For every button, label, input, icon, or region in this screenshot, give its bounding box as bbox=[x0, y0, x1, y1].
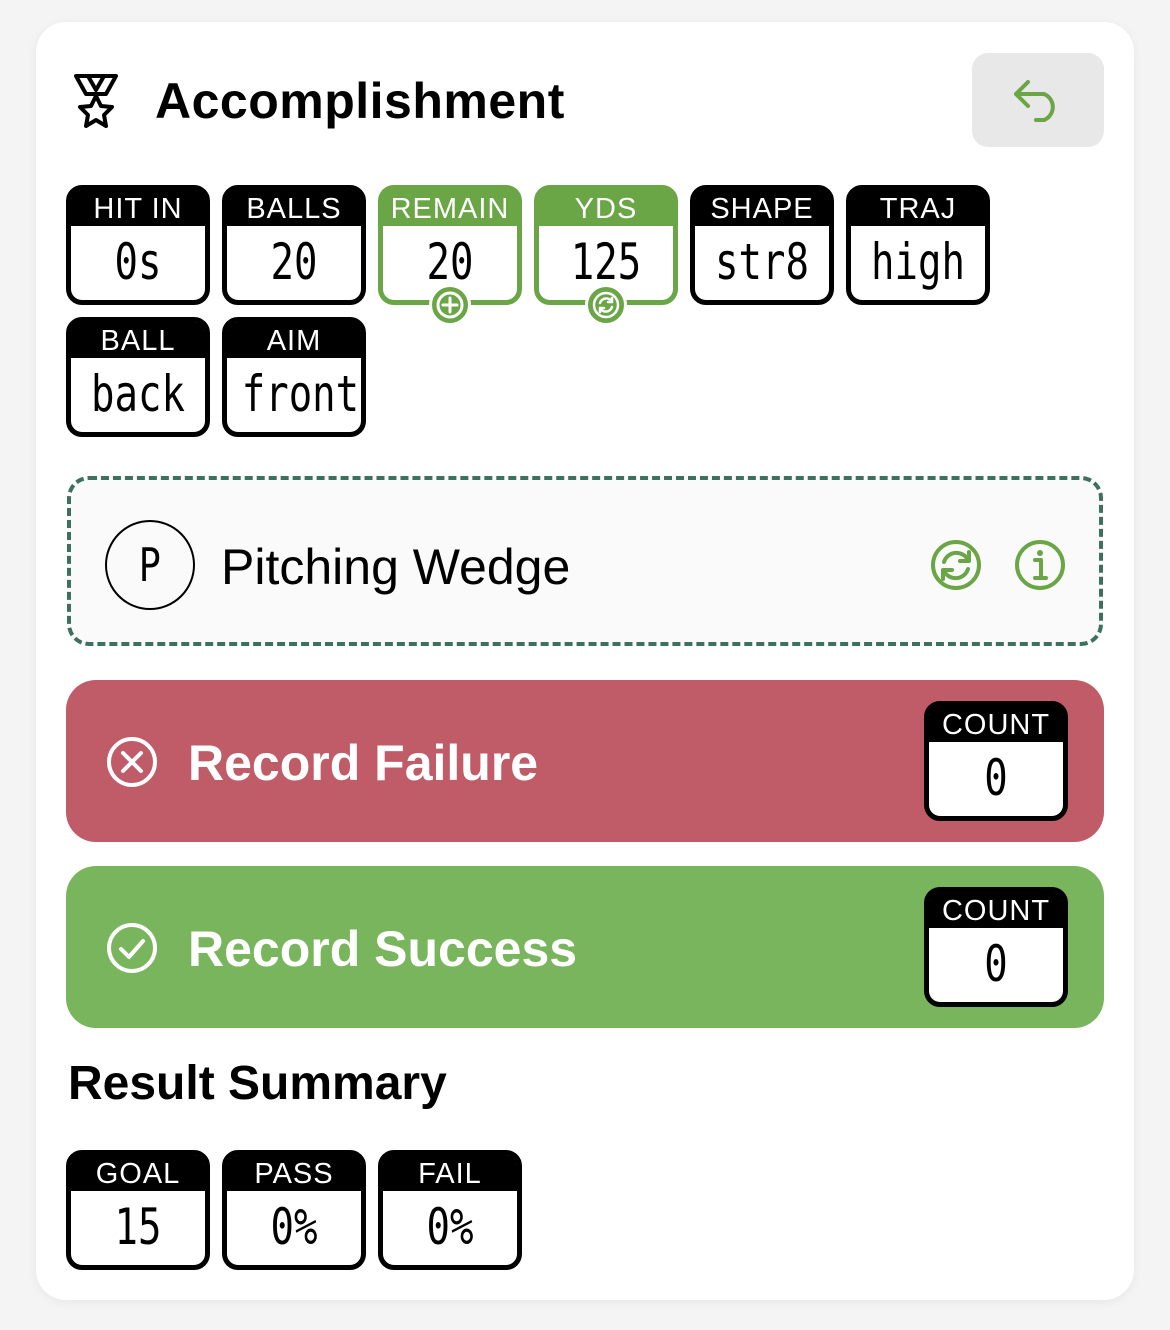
stat-value: back bbox=[91, 365, 185, 423]
plus-circle-icon bbox=[436, 291, 464, 319]
record-success-button[interactable]: Record Success COUNT 0 bbox=[66, 866, 1104, 1028]
record-failure-button[interactable]: Record Failure COUNT 0 bbox=[66, 680, 1104, 842]
stat-label: BALLS bbox=[227, 190, 361, 226]
record-success-label: Record Success bbox=[188, 921, 578, 977]
stat-value: high bbox=[871, 233, 965, 291]
stat-value: 0s bbox=[114, 233, 162, 291]
x-circle-icon bbox=[107, 737, 157, 787]
count-label: COUNT bbox=[929, 706, 1063, 742]
stat-label: BALL bbox=[71, 322, 205, 358]
summary-value: 0% bbox=[426, 1198, 474, 1256]
stat-aim[interactable]: AIM front bbox=[222, 317, 366, 437]
club-letter-badge: P bbox=[105, 520, 195, 610]
page-title: Accomplishment bbox=[155, 73, 565, 129]
stat-label: REMAIN bbox=[383, 190, 517, 226]
stat-traj[interactable]: TRAJ high bbox=[846, 185, 990, 305]
result-summary-title: Result Summary bbox=[68, 1057, 447, 1110]
summary-pass: PASS 0% bbox=[222, 1150, 366, 1270]
stat-value: str8 bbox=[715, 233, 809, 291]
info-icon[interactable] bbox=[1013, 538, 1067, 592]
club-letter: P bbox=[138, 538, 162, 592]
stat-value: 20 bbox=[270, 233, 318, 291]
refresh-icon bbox=[592, 291, 620, 319]
failure-count: COUNT 0 bbox=[924, 701, 1068, 821]
stat-label: AIM bbox=[227, 322, 361, 358]
stat-remain[interactable]: REMAIN 20 bbox=[378, 185, 522, 326]
stat-balls[interactable]: BALLS 20 bbox=[222, 185, 366, 305]
summary-label: FAIL bbox=[383, 1155, 517, 1191]
add-balls-button[interactable] bbox=[429, 284, 471, 326]
stat-label: SHAPE bbox=[695, 190, 829, 226]
club-selector[interactable]: P Pitching Wedge bbox=[67, 476, 1103, 646]
success-count: COUNT 0 bbox=[924, 887, 1068, 1007]
summary-goal: GOAL 15 bbox=[66, 1150, 210, 1270]
stat-label: HIT IN bbox=[71, 190, 205, 226]
count-value: 0 bbox=[984, 749, 1008, 807]
count-label: COUNT bbox=[929, 892, 1063, 928]
stat-value: front bbox=[241, 365, 360, 423]
club-name: Pitching Wedge bbox=[221, 539, 571, 595]
stat-ball[interactable]: BALL back bbox=[66, 317, 210, 437]
stat-hit-in[interactable]: HIT IN 0s bbox=[66, 185, 210, 305]
undo-arrow-icon bbox=[1014, 80, 1055, 122]
back-button[interactable] bbox=[972, 53, 1104, 147]
stat-shape[interactable]: SHAPE str8 bbox=[690, 185, 834, 305]
summary-value: 15 bbox=[114, 1198, 162, 1256]
record-failure-label: Record Failure bbox=[188, 735, 539, 791]
stat-yds[interactable]: YDS 125 bbox=[534, 185, 678, 326]
stat-label: TRAJ bbox=[851, 190, 985, 226]
summary-fail: FAIL 0% bbox=[378, 1150, 522, 1270]
refresh-yds-button[interactable] bbox=[585, 284, 627, 326]
summary-label: GOAL bbox=[71, 1155, 205, 1191]
summary-label: PASS bbox=[227, 1155, 361, 1191]
check-circle-icon bbox=[107, 923, 157, 973]
summary-value: 0% bbox=[270, 1198, 318, 1256]
medal-star-icon bbox=[74, 74, 118, 128]
refresh-icon[interactable] bbox=[929, 538, 983, 592]
stat-label: YDS bbox=[539, 190, 673, 226]
count-value: 0 bbox=[984, 935, 1008, 993]
